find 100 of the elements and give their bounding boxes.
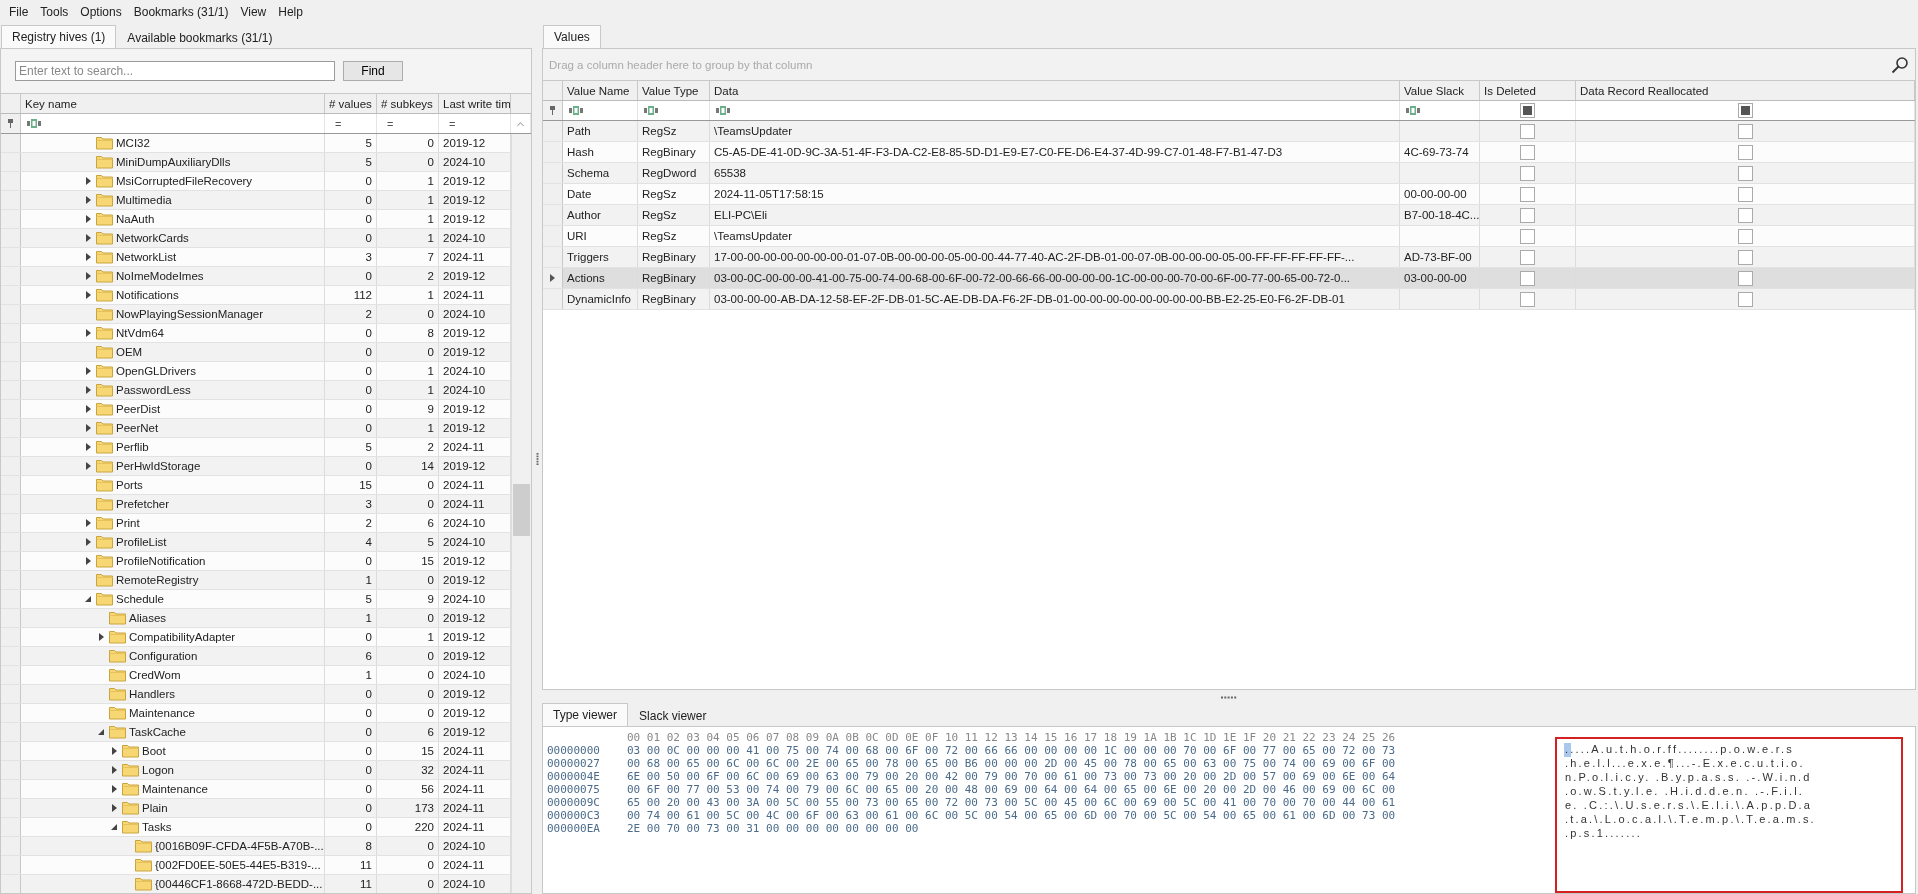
- column-header[interactable]: Last write tim: [439, 94, 511, 113]
- tree-row[interactable]: Maintenance 0 0 2019-12: [1, 704, 511, 723]
- expand-arrow-icon[interactable]: [111, 804, 117, 812]
- expand-arrow-icon[interactable]: [85, 557, 91, 565]
- tab[interactable]: Slack viewer: [628, 705, 718, 726]
- tab[interactable]: Values: [543, 25, 601, 48]
- checkbox[interactable]: [1737, 228, 1753, 244]
- tree-row[interactable]: CompatibilityAdapter 0 1 2019-12: [1, 628, 511, 647]
- scroll-thumb[interactable]: [513, 484, 530, 536]
- expand-arrow-icon[interactable]: [85, 329, 91, 337]
- expand-arrow-icon[interactable]: [85, 538, 91, 546]
- tree-row[interactable]: PeerNet 0 1 2019-12: [1, 419, 511, 438]
- value-row[interactable]: Triggers RegBinary 17-00-00-00-00-00-00-00-01-07-0B-00-00-00-05-00-00-44-77-40-AC-2F-DB-01-00-07-0B-00-00-00-05-00-FF-FF-FF-FF-FF-... AD-73-BF-00: [543, 247, 1915, 268]
- tree-row[interactable]: Maintenance 0 56 2024-11: [1, 780, 511, 799]
- menu-item[interactable]: Bookmarks (31/1): [128, 3, 234, 21]
- checkbox[interactable]: [1737, 291, 1753, 307]
- tree-row[interactable]: Handlers 0 0 2019-12: [1, 685, 511, 704]
- checkbox[interactable]: [1737, 123, 1753, 139]
- tab[interactable]: Registry hives (1): [1, 25, 117, 48]
- expand-arrow-icon[interactable]: [85, 234, 91, 242]
- tree-row[interactable]: Tasks 0 220 2024-11: [1, 818, 511, 837]
- checkbox[interactable]: [1520, 270, 1535, 286]
- column-header[interactable]: Value Slack: [1400, 81, 1480, 100]
- tree-row[interactable]: OpenGLDrivers 0 1 2024-10: [1, 362, 511, 381]
- equals-filter[interactable]: =: [445, 117, 456, 130]
- checkbox[interactable]: [1520, 291, 1535, 307]
- tree-row[interactable]: NoImeModeImes 0 2 2019-12: [1, 267, 511, 286]
- expand-arrow-icon[interactable]: [85, 462, 91, 470]
- tree-row[interactable]: {00446CF1-8668-472D-BEDD-... 11 0 2024-10: [1, 875, 511, 893]
- tree-row[interactable]: PerHwIdStorage 0 14 2019-12: [1, 457, 511, 476]
- tree-row[interactable]: Prefetcher 3 0 2024-11: [1, 495, 511, 514]
- tree-row[interactable]: {002FD0EE-50E5-44E5-B319-... 11 0 2024-11: [1, 856, 511, 875]
- menu-item[interactable]: View: [235, 3, 272, 21]
- collapse-arrow-icon[interactable]: [110, 823, 118, 831]
- column-header[interactable]: Data Record Reallocated: [1576, 81, 1915, 100]
- tree-row[interactable]: Boot 0 15 2024-11: [1, 742, 511, 761]
- equals-filter[interactable]: =: [383, 117, 394, 130]
- tree-row[interactable]: ProfileList 4 5 2024-10: [1, 533, 511, 552]
- checkbox[interactable]: [1520, 249, 1535, 265]
- checkbox[interactable]: [1737, 207, 1753, 223]
- expand-arrow-icon[interactable]: [85, 177, 91, 185]
- checkbox[interactable]: [1737, 165, 1753, 181]
- splitter-grip-icon[interactable]: [535, 452, 539, 466]
- checkbox[interactable]: [1520, 123, 1535, 139]
- value-row[interactable]: URI RegSz \TeamsUpdater: [543, 226, 1915, 247]
- checkbox[interactable]: [1737, 249, 1753, 265]
- checkbox[interactable]: [1520, 165, 1535, 181]
- expand-arrow-icon[interactable]: [85, 367, 91, 375]
- tree-row[interactable]: {0016B09F-CFDA-4F5B-A70B-... 8 0 2024-10: [1, 837, 511, 856]
- value-row[interactable]: Actions RegBinary 03-00-0C-00-00-00-41-00-75-00-74-00-68-00-6F-00-72-00-66-66-00-00-00-00-1C-00-00-00-70-00-6F-00-77-00-65-00-72-0... 03-00-00-00: [543, 268, 1915, 289]
- checkbox[interactable]: [1520, 144, 1535, 160]
- value-row[interactable]: Hash RegBinary C5-A5-DE-41-0D-9C-3A-51-4F-F3-DA-C2-E8-85-5D-D1-E9-E7-C0-FE-D6-E4-37-4D-99-C7-01-48-F7-B1-47-D3 4C-69-73-74: [543, 142, 1915, 163]
- tree-row[interactable]: PasswordLess 0 1 2024-10: [1, 381, 511, 400]
- column-header[interactable]: # values: [325, 94, 377, 113]
- tree-row[interactable]: ProfileNotification 0 15 2019-12: [1, 552, 511, 571]
- tree-row[interactable]: Multimedia 0 1 2019-12: [1, 191, 511, 210]
- checkbox[interactable]: [1737, 103, 1753, 118]
- tree-row[interactable]: OEM 0 0 2019-12: [1, 343, 511, 362]
- tree-row[interactable]: PeerDist 0 9 2019-12: [1, 400, 511, 419]
- expand-arrow-icon[interactable]: [111, 747, 117, 755]
- value-row[interactable]: Date RegSz 2024-11-05T17:58:15 00-00-00-00: [543, 184, 1915, 205]
- tree-row[interactable]: NowPlayingSessionManager 2 0 2024-10: [1, 305, 511, 324]
- tree-row[interactable]: Perflib 5 2 2024-11: [1, 438, 511, 457]
- tree-row[interactable]: MCI32 5 0 2019-12: [1, 134, 511, 153]
- expand-arrow-icon[interactable]: [85, 519, 91, 527]
- menu-item[interactable]: File: [4, 3, 34, 21]
- tree-row[interactable]: Aliases 1 0 2019-12: [1, 609, 511, 628]
- checkbox[interactable]: [1737, 144, 1753, 160]
- expand-arrow-icon[interactable]: [85, 253, 91, 261]
- column-header[interactable]: Is Deleted: [1480, 81, 1576, 100]
- tab[interactable]: Type viewer: [542, 703, 629, 726]
- value-row[interactable]: Schema RegDword 65538: [543, 163, 1915, 184]
- expand-arrow-icon[interactable]: [85, 405, 91, 413]
- tree-row[interactable]: MiniDumpAuxiliaryDlls 5 0 2024-10: [1, 153, 511, 172]
- expand-arrow-icon[interactable]: [111, 785, 117, 793]
- column-header[interactable]: Key name: [21, 94, 325, 113]
- checkbox[interactable]: [1520, 186, 1535, 202]
- tree-row[interactable]: NaAuth 0 1 2019-12: [1, 210, 511, 229]
- expand-arrow-icon[interactable]: [85, 291, 91, 299]
- menu-item[interactable]: Tools: [35, 3, 74, 21]
- value-row[interactable]: Author RegSz ELI-PC\Eli B7-00-18-4C...: [543, 205, 1915, 226]
- expand-arrow-icon[interactable]: [85, 196, 91, 204]
- tree-row[interactable]: Plain 0 173 2024-11: [1, 799, 511, 818]
- tree-row[interactable]: Notifications 112 1 2024-11: [1, 286, 511, 305]
- expand-arrow-icon[interactable]: [85, 424, 91, 432]
- value-row[interactable]: Path RegSz \TeamsUpdater: [543, 121, 1915, 142]
- column-header[interactable]: Data: [710, 81, 1400, 100]
- collapse-arrow-icon[interactable]: [84, 595, 92, 603]
- value-row[interactable]: DynamicInfo RegBinary 03-00-00-00-AB-DA-12-58-EF-2F-DB-01-5C-AE-DB-DA-F6-2F-DB-01-00-00-00-00-00-00-00-00-BB-E2-25-E0-F6-2F-DB-01: [543, 289, 1915, 310]
- menu-item[interactable]: Options: [75, 3, 127, 21]
- tree-row[interactable]: NtVdm64 0 8 2019-12: [1, 324, 511, 343]
- collapse-arrow-icon[interactable]: [97, 728, 105, 736]
- checkbox[interactable]: [1520, 228, 1535, 244]
- checkbox[interactable]: [1520, 207, 1535, 223]
- expand-arrow-icon[interactable]: [85, 443, 91, 451]
- tree-row[interactable]: MsiCorruptedFileRecovery 0 1 2019-12: [1, 172, 511, 191]
- equals-filter[interactable]: =: [331, 117, 342, 130]
- column-header[interactable]: # subkeys: [377, 94, 439, 113]
- search-field[interactable]: Enter text to search...: [15, 61, 335, 81]
- expand-arrow-icon[interactable]: [85, 386, 91, 394]
